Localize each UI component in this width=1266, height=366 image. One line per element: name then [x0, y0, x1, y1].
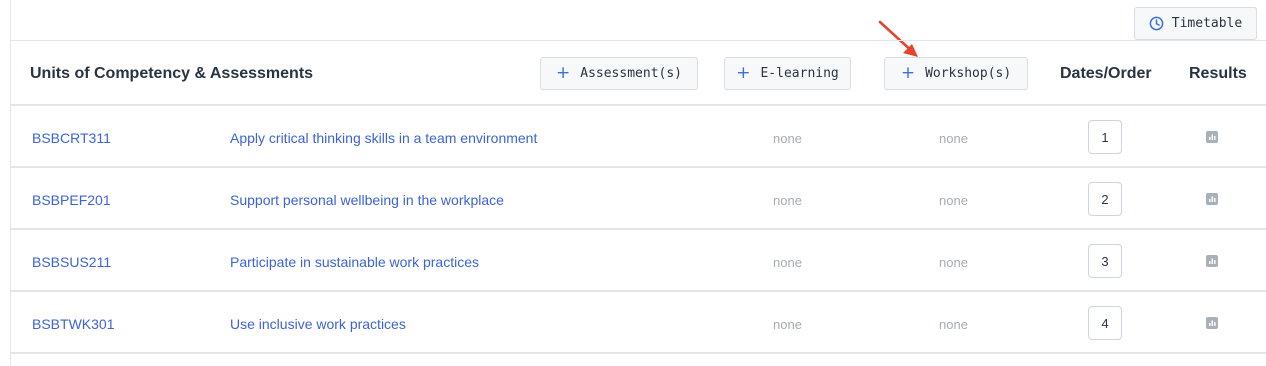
timetable-label: Timetable: [1171, 16, 1243, 31]
unit-code-link[interactable]: BSBPEF201: [32, 192, 111, 208]
workshop-value: none: [939, 255, 968, 270]
elearning-value: none: [773, 255, 802, 270]
table-row: BSBTWK301 Use inclusive work practices n…: [10, 292, 1266, 354]
elearning-value: none: [773, 317, 802, 332]
unit-code-link[interactable]: BSBTWK301: [32, 316, 114, 332]
add-assessment-button[interactable]: + Assessment(s): [540, 57, 698, 90]
order-input[interactable]: 4: [1088, 306, 1122, 340]
elearning-value: none: [773, 131, 802, 146]
plus-icon: +: [736, 63, 751, 83]
clock-icon: [1149, 16, 1164, 31]
unit-title-link[interactable]: Participate in sustainable work practice…: [230, 254, 479, 270]
table-row: BSBSUS211 Participate in sustainable wor…: [10, 230, 1266, 292]
unit-code-link[interactable]: BSBSUS211: [32, 254, 111, 270]
timetable-button[interactable]: Timetable: [1134, 7, 1257, 40]
elearning-value: none: [773, 193, 802, 208]
add-assessment-label: Assessment(s): [580, 66, 682, 81]
unit-title-link[interactable]: Apply critical thinking skills in a team…: [230, 130, 537, 146]
add-workshop-button[interactable]: + Workshop(s): [884, 57, 1028, 90]
table-header: Units of Competency & Assessments + Asse…: [10, 40, 1266, 106]
plus-icon: +: [556, 63, 571, 83]
add-elearning-label: E-learning: [760, 66, 839, 81]
units-table-body: BSBCRT311 Apply critical thinking skills…: [10, 106, 1266, 354]
bar-chart-icon[interactable]: [1206, 317, 1218, 329]
bar-chart-icon[interactable]: [1206, 193, 1218, 205]
add-elearning-button[interactable]: + E-learning: [724, 57, 851, 90]
order-input[interactable]: 1: [1088, 120, 1122, 154]
page: Timetable Units of Competency & Assessme…: [0, 0, 1266, 366]
bar-chart-icon[interactable]: [1206, 131, 1218, 143]
results-header: Results: [1189, 65, 1247, 82]
workshop-value: none: [939, 131, 968, 146]
add-workshop-label: Workshop(s): [925, 66, 1012, 81]
workshop-value: none: [939, 193, 968, 208]
unit-code-link[interactable]: BSBCRT311: [32, 130, 111, 146]
section-title: Units of Competency & Assessments: [30, 65, 314, 82]
table-row: BSBCRT311 Apply critical thinking skills…: [10, 106, 1266, 168]
bar-chart-icon[interactable]: [1206, 255, 1218, 267]
order-input[interactable]: 3: [1088, 244, 1122, 278]
workshop-value: none: [939, 317, 968, 332]
plus-icon: +: [900, 63, 916, 83]
unit-title-link[interactable]: Use inclusive work practices: [230, 316, 406, 332]
order-input[interactable]: 2: [1088, 182, 1122, 216]
unit-title-link[interactable]: Support personal wellbeing in the workpl…: [230, 192, 504, 208]
table-row: BSBPEF201 Support personal wellbeing in …: [10, 168, 1266, 230]
dates-order-header: Dates/Order: [1060, 65, 1152, 82]
